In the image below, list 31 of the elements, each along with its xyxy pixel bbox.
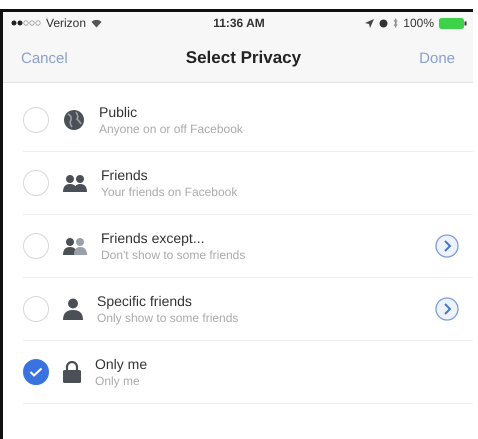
option-title: Specific friends [97,293,193,309]
radio-button[interactable] [23,359,49,385]
globe-icon [63,109,85,131]
option-title: Friends except... [101,230,206,246]
location-icon [365,18,374,28]
wifi-icon [91,18,102,28]
option-title: Only me [95,356,148,372]
chevron-icon[interactable] [435,297,459,321]
cancel-button[interactable]: Cancel [13,46,76,70]
option-title: Public [99,104,138,120]
battery-percent: 100% [403,16,434,30]
check-icon [29,367,43,377]
status-time: 11:36 AM [213,16,265,30]
signal-icon [11,20,41,26]
person-icon [63,298,83,320]
option-title: Friends [101,167,149,183]
battery-icon [439,18,467,28]
screen-title: Select Privacy [186,48,302,68]
done-button[interactable]: Done [411,46,463,70]
option-description: Only me [95,374,141,388]
option-description: Don't show to some friends [101,248,246,262]
friends-icon [63,237,87,255]
bluetooth-icon [393,18,398,28]
option-description: Your friends on Facebook [101,185,238,199]
option-description: Anyone on or off Facebook [99,122,244,136]
friends-icon [63,174,87,192]
alarm-icon [379,18,388,28]
lock-icon [63,361,81,383]
chevron-icon[interactable] [435,234,459,258]
carrier-name: Verizon [46,16,86,30]
option-description: Only show to some friends [97,311,240,325]
